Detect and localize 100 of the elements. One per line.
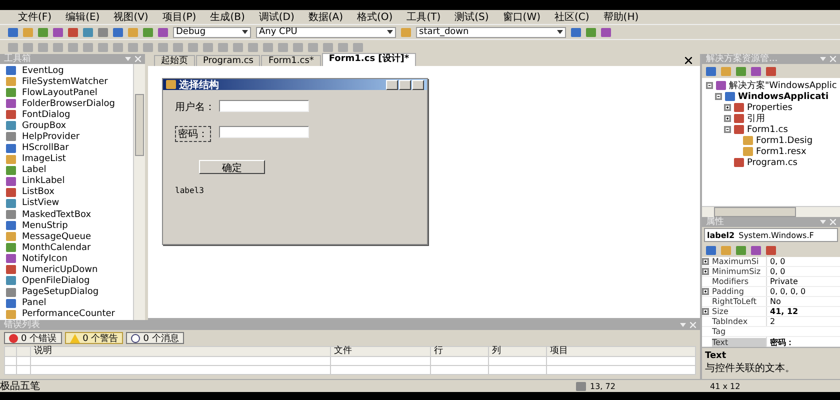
toolbox-item[interactable]: PageSetupDialog <box>22 287 99 298</box>
menu-item[interactable]: 帮助(H) <box>603 10 639 24</box>
configuration-dropdown[interactable]: Debug <box>173 26 251 38</box>
tree-item[interactable]: Program.cs <box>747 158 798 168</box>
expand-toggle[interactable] <box>702 288 709 295</box>
tree-item[interactable]: Form1.Desig <box>756 136 813 146</box>
property-name: Text <box>712 338 766 347</box>
cursor-position: 13, 72 <box>590 382 616 390</box>
column-header[interactable]: 行 <box>430 346 488 356</box>
form-label: 密码： <box>175 126 211 142</box>
toolbox-item[interactable]: HScrollBar <box>22 143 69 154</box>
editor-tab[interactable]: 起始页 <box>154 55 195 66</box>
toolbox-item[interactable]: HelpProvider <box>22 132 80 142</box>
property-value[interactable]: No <box>766 297 840 306</box>
property-value[interactable]: 密码： <box>766 337 840 348</box>
menu-item[interactable]: 编辑(E) <box>66 10 100 24</box>
toolbox-item[interactable]: LinkLabel <box>22 176 65 186</box>
expand-toggle[interactable] <box>706 82 713 89</box>
expand-toggle[interactable] <box>724 115 731 122</box>
caret-icon[interactable] <box>242 30 248 34</box>
maximize-button[interactable] <box>399 80 411 90</box>
menu-item[interactable]: 格式(O) <box>357 10 393 24</box>
expand-toggle[interactable] <box>724 104 731 111</box>
menu-item[interactable]: 项目(P) <box>162 10 196 24</box>
toolbar-icon[interactable] <box>401 28 411 36</box>
text-input[interactable] <box>219 126 309 138</box>
editor-tab[interactable]: Form1.cs [设计]* <box>322 53 416 66</box>
toolbox-item[interactable]: MonthCalendar <box>22 242 91 253</box>
minimize-button[interactable] <box>386 80 398 90</box>
toolbox-item[interactable]: FileSystemWatcher <box>22 76 108 87</box>
description-title: Text <box>705 351 728 361</box>
tree-item[interactable]: WindowsApplicati <box>738 92 829 102</box>
filter-button[interactable]: 0 个警告 <box>64 332 124 344</box>
column-header[interactable] <box>4 346 16 356</box>
column-header[interactable]: 文件 <box>330 346 430 356</box>
filter-button[interactable]: 0 个消息 <box>126 332 184 344</box>
expand-toggle[interactable] <box>724 126 731 133</box>
column-header[interactable] <box>16 346 30 356</box>
property-value[interactable]: 41, 12 <box>766 307 840 316</box>
close-icon[interactable] <box>685 56 692 64</box>
form-title: 选择结构 <box>179 78 219 92</box>
tree-item[interactable]: 引用 <box>747 112 765 125</box>
column-header[interactable]: 项目 <box>546 346 696 356</box>
app-icon <box>166 80 176 89</box>
caret-icon[interactable] <box>557 30 563 34</box>
tree-item[interactable]: 解决方案"WindowsApplic <box>729 79 837 92</box>
toolbox-item[interactable]: Panel <box>22 298 46 308</box>
find-dropdown[interactable]: start_down <box>416 26 566 38</box>
property-value[interactable]: 0, 0 <box>766 257 840 266</box>
property-value[interactable]: Private <box>766 277 840 286</box>
toolbox-item[interactable]: ListBox <box>22 187 54 198</box>
properties-header: 属性 <box>702 217 840 227</box>
tree-item[interactable]: Form1.resx <box>756 146 806 156</box>
expand-toggle[interactable] <box>702 258 709 265</box>
menu-item[interactable]: 生成(B) <box>210 10 245 24</box>
toolbox-item[interactable]: NumericUpDown <box>22 264 98 275</box>
platform-dropdown[interactable]: Any CPU <box>256 26 396 38</box>
menu-item[interactable]: 文件(F) <box>18 10 52 24</box>
menu-item[interactable]: 工具(T) <box>406 10 441 24</box>
toolbox-item[interactable]: FolderBrowserDialog <box>22 98 115 109</box>
editor-tab[interactable]: Program.cs <box>196 55 260 66</box>
menu-item[interactable]: 测试(S) <box>454 10 489 24</box>
expand-toggle[interactable] <box>702 268 709 275</box>
toolbox-item[interactable]: EventLog <box>22 66 64 76</box>
toolbox-item[interactable]: PerformanceCounter <box>22 309 115 320</box>
tree-item[interactable]: Form1.cs <box>747 124 788 134</box>
caret-icon[interactable] <box>387 30 393 34</box>
expand-toggle[interactable] <box>715 93 722 100</box>
property-value[interactable]: 0, 0 <box>766 267 840 276</box>
property-value[interactable]: 0, 0, 0, 0 <box>766 287 840 296</box>
toolbox-item[interactable]: MaskedTextBox <box>22 210 92 220</box>
toolbox-item[interactable]: MenuStrip <box>22 220 68 231</box>
property-name: Tag <box>712 327 727 336</box>
menu-item[interactable]: 社区(C) <box>554 10 590 24</box>
toolbox-item[interactable]: ListView <box>22 198 60 208</box>
expand-toggle[interactable] <box>702 308 709 315</box>
scrollbar[interactable] <box>133 64 145 320</box>
toolbox-item[interactable]: OpenFileDialog <box>22 276 90 286</box>
column-header[interactable]: 列 <box>488 346 546 356</box>
toolbox-item[interactable]: NotifyIcon <box>22 254 68 264</box>
text-input[interactable] <box>219 100 309 112</box>
property-value[interactable]: 2 <box>766 317 840 326</box>
menu-item[interactable]: 视图(V) <box>114 10 148 24</box>
filter-button[interactable]: 0 个错误 <box>4 332 62 344</box>
menu-item[interactable]: 窗口(W) <box>502 10 540 24</box>
tree-item[interactable]: Properties <box>747 102 792 112</box>
column-header[interactable]: 说明 <box>30 346 330 356</box>
toolbox-item[interactable]: ImageList <box>22 154 66 164</box>
object-dropdown[interactable]: label2 System.Windows.F <box>704 228 838 242</box>
toolbox-item[interactable]: GroupBox <box>22 120 66 131</box>
editor-tab[interactable]: Form1.cs* <box>261 55 321 66</box>
scrollbar[interactable] <box>702 206 840 217</box>
toolbox-item[interactable]: Label <box>22 165 46 176</box>
toolbox-item[interactable]: FontDialog <box>22 110 70 120</box>
menu-item[interactable]: 数据(A) <box>308 10 344 24</box>
toolbox-item[interactable]: MessageQueue <box>22 232 92 242</box>
menu-item[interactable]: 调试(D) <box>258 10 294 24</box>
toolbox-item[interactable]: FlowLayoutPanel <box>22 88 98 98</box>
ok-button[interactable]: 确定 <box>199 160 265 174</box>
close-button[interactable] <box>412 80 424 90</box>
